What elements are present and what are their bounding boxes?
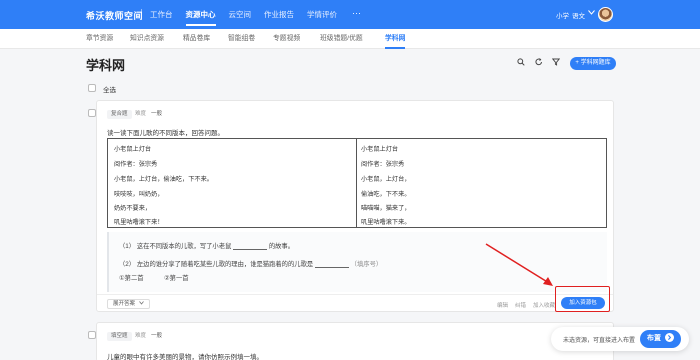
edit-link[interactable]: 编辑 <box>497 301 508 309</box>
question-instruction: 读一读下面儿歌的不同版本，回答问题。 <box>107 130 224 137</box>
assign-button-label: 布置 <box>647 335 662 342</box>
sub-question-1-text: （1） 这在不同版本的儿歌，写了小老鼠 <box>119 243 232 250</box>
poem-right-line: 阅作者：张宗秀 <box>361 161 405 168</box>
poem-right-line: 小老鼠上灯台 <box>361 146 399 153</box>
select-all-checkbox[interactable] <box>88 84 96 92</box>
search-icon[interactable] <box>517 58 525 68</box>
poem-left-line: 阅作者：张宗秀 <box>114 161 158 168</box>
difficulty-value: 一般 <box>151 333 163 339</box>
app-logo[interactable]: 希沃教师空间 <box>86 9 143 22</box>
chevron-down-icon[interactable] <box>588 10 595 17</box>
refresh-icon[interactable] <box>535 58 543 68</box>
tab-smart-paper[interactable]: 智能组卷 <box>228 29 255 49</box>
grade-select[interactable]: 小学 <box>556 10 569 20</box>
tab-topic-videos[interactable]: 专题视频 <box>273 29 300 49</box>
poem-left-line: 小老鼠，上灯台，偷油吃，下不来。 <box>114 176 213 183</box>
divider <box>141 9 142 20</box>
question-checkbox[interactable] <box>88 109 96 117</box>
add-favorite-link[interactable]: 加入收藏 <box>533 301 555 309</box>
sub-question-1-tail: 的故事。 <box>268 243 294 250</box>
table-divider <box>356 139 357 227</box>
select-all-label: 全选 <box>103 87 116 94</box>
toast-message: 未选资源，可直接进入布置 <box>563 338 636 344</box>
tab-class-questions[interactable]: 班级错题/优题 <box>320 29 363 49</box>
sub-question-2-hint: （填序号） <box>350 261 383 268</box>
answer-blank <box>233 244 268 250</box>
question-checkbox[interactable] <box>88 331 96 339</box>
page-title: 学科网 <box>86 58 126 73</box>
poem-right-line: 叽里咕噜滚下来。 <box>361 219 411 226</box>
top-nav: 工作台 资源中心 云空间 作业报告 学情评价 <box>150 0 350 29</box>
sub-questions: （1） 这在不同版本的儿歌，写了小老鼠 的故事。 （2） 左边的谁分享了随着吃某… <box>107 232 607 292</box>
avatar[interactable] <box>598 7 613 22</box>
poem-left-line: 吱吱吱，叫奶奶， <box>114 191 164 198</box>
nav-learning-evaluation[interactable]: 学情评价 <box>307 0 337 29</box>
more-icon[interactable]: ··· <box>352 8 361 18</box>
assign-toast: 未选资源，可直接进入布置 布置 <box>551 327 689 351</box>
sub-question-2-text: （2） 左边的谁分享了随着吃某些儿歌的理由，谁是猫跑着的的儿歌是 <box>119 261 314 268</box>
tab-xuekewang[interactable]: 学科网 <box>385 29 406 49</box>
poem-table: 小老鼠上灯台 阅作者：张宗秀 小老鼠，上灯台，偷油吃，下不来。 吱吱吱，叫奶奶，… <box>107 138 607 228</box>
answer-blank <box>314 262 349 268</box>
arrow-right-icon <box>664 332 674 342</box>
poem-left-line: 小老鼠上灯台 <box>114 146 152 153</box>
difficulty-label: 难度 <box>135 111 147 117</box>
filter-icon[interactable] <box>551 58 561 68</box>
subject-select[interactable]: 语文 <box>572 10 585 20</box>
question-type-badge: 复合题 <box>107 110 132 119</box>
question-card: 填空题 难度 一般 儿童的眼中有许多美丽的景物，请你仿照示例填一填。 <box>96 322 614 360</box>
option-2: ②第一首 <box>164 275 189 282</box>
difficulty-value: 一般 <box>151 111 163 117</box>
question-type-badge: 填空题 <box>107 332 132 341</box>
poem-left-line: 叽里咕噜滚下来！ <box>114 219 164 226</box>
sub-nav: 章节资源 知识点资源 精品卷库 智能组卷 专题视频 班级错题/优题 学科网 <box>0 29 700 49</box>
nav-workbench[interactable]: 工作台 <box>150 0 173 29</box>
question-instruction: 儿童的眼中有许多美丽的景物，请你仿照示例填一填。 <box>107 354 263 360</box>
poem-right-line: 喵喵喵，猫来了， <box>361 205 411 212</box>
add-question-bank-button[interactable]: + 学科网题库 <box>570 57 616 70</box>
question-card: 复合题 难度 一般 读一读下面儿歌的不同版本，回答问题。 小老鼠上灯台 阅作者：… <box>96 100 614 312</box>
tab-knowledge-resources[interactable]: 知识点资源 <box>130 29 164 49</box>
tab-quality-papers[interactable]: 精品卷库 <box>183 29 210 49</box>
assign-button[interactable]: 布置 <box>640 330 681 348</box>
nav-cloud-space[interactable]: 云空间 <box>229 0 252 29</box>
difficulty-label: 难度 <box>135 333 147 339</box>
top-bar: 希沃教师空间 工作台 资源中心 云空间 作业报告 学情评价 ··· 小学 语文 <box>0 0 700 29</box>
poem-right-line: 小老鼠，上灯台， <box>361 176 411 183</box>
card-footer: 展开答案 编辑 纠错 加入收藏 加入资源包 <box>97 294 613 312</box>
expand-answer-button[interactable]: 展开答案 <box>107 299 150 309</box>
tab-chapter-resources[interactable]: 章节资源 <box>86 29 113 49</box>
poem-left-line: 奶奶不要来， <box>114 205 152 212</box>
sub-question-2: （2） 左边的谁分享了随着吃某些儿歌的理由，谁是猫跑着的的儿歌是 （填序号） <box>119 259 382 268</box>
expand-answer-label: 展开答案 <box>113 301 136 307</box>
sub-question-1: （1） 这在不同版本的儿歌，写了小老鼠 的故事。 <box>119 241 294 250</box>
nav-homework-report[interactable]: 作业报告 <box>264 0 294 29</box>
chevron-down-icon <box>138 300 144 309</box>
highlight-box <box>555 286 610 312</box>
nav-resource-center[interactable]: 资源中心 <box>185 0 216 29</box>
option-1: ①第二首 <box>119 275 144 282</box>
report-error-link[interactable]: 纠错 <box>515 301 526 309</box>
poem-right-line: 偷油吃，下不来。 <box>361 191 411 198</box>
